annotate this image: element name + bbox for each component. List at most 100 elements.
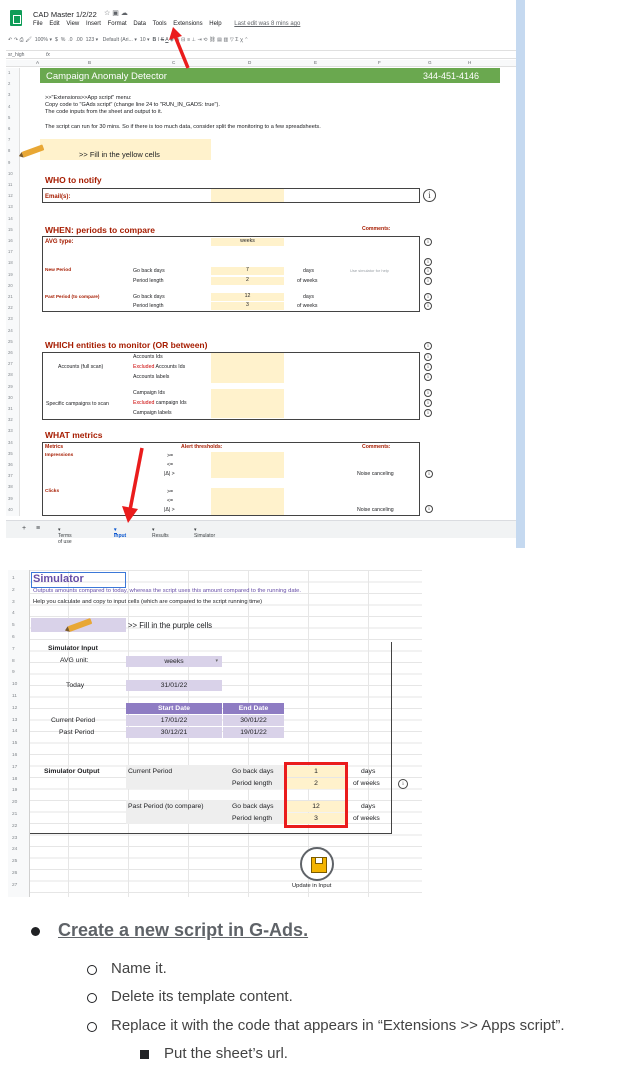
row-number[interactable]: 10 [8,171,13,176]
wrap-icon[interactable]: ⇥ [197,37,201,43]
menu-insert[interactable]: Insert [86,21,101,27]
row-number[interactable]: 12 [8,193,13,198]
row-number[interactable]: 27 [12,883,17,888]
col-h[interactable]: H [468,60,471,65]
row-number[interactable]: 9 [8,160,10,165]
row-number[interactable]: 37 [8,473,13,478]
row-number[interactable]: 18 [8,260,13,265]
update-in-input-button[interactable] [300,847,334,881]
row-number[interactable]: 13 [12,718,17,723]
row-number[interactable]: 32 [8,417,13,422]
row-number[interactable]: 33 [8,428,13,433]
row-number[interactable]: 11 [12,694,17,699]
row-number[interactable]: 12 [12,706,17,711]
tab-terms-of-use[interactable]: Terms of use ▾ [58,527,72,545]
decimal-decrease-button[interactable]: .0 [68,37,72,43]
col-b[interactable]: B [88,60,91,65]
simulator-hint[interactable]: Use simulator for help [350,268,389,273]
row-number[interactable]: 21 [12,812,17,817]
row-number[interactable]: 20 [8,283,13,288]
comment-icon[interactable]: ▤ [217,37,222,43]
menu-view[interactable]: View [66,21,79,27]
row-number[interactable]: 3 [8,92,10,97]
paint-format-icon[interactable]: 🖌 [25,37,32,43]
add-sheet-icon[interactable]: + [22,525,26,532]
avg-unit-select[interactable]: weeks ▾ [126,656,222,667]
row-number[interactable]: 11 [8,182,12,187]
info-icon[interactable]: i [423,189,436,202]
name-box[interactable]: sr_high [8,52,24,58]
row-number[interactable]: 36 [8,462,13,467]
row-number[interactable]: 16 [12,753,17,758]
row-number[interactable]: 5 [12,623,15,628]
functions-icon[interactable]: Σ [235,37,238,43]
row-number[interactable]: 6 [8,126,10,131]
row-number[interactable]: 24 [8,328,13,333]
row-number[interactable]: 7 [8,137,10,142]
info-icon[interactable]: i [424,302,432,310]
font-size-select[interactable]: 10 [140,37,146,43]
row-number[interactable]: 14 [8,216,13,221]
info-icon[interactable]: i [424,277,432,285]
row-number[interactable]: 39 [8,496,13,501]
row-number[interactable]: 19 [12,788,17,793]
row-number[interactable]: 34 [8,440,13,445]
info-icon[interactable]: i [424,258,432,266]
redo-icon[interactable]: ↷ [14,37,18,43]
row-number[interactable]: 35 [8,451,13,456]
row-number[interactable]: 38 [8,484,13,489]
info-icon[interactable]: i [424,342,432,350]
row-number[interactable]: 8 [8,148,10,153]
row-number[interactable]: 26 [8,350,13,355]
col-e[interactable]: E [314,60,317,65]
row-number[interactable]: 23 [12,836,17,841]
menu-edit[interactable]: Edit [49,21,59,27]
row-number[interactable]: 1 [12,576,15,581]
current-end-field[interactable]: 30/01/22 [223,715,284,726]
row-number[interactable]: 7 [12,647,15,652]
font-select[interactable]: Default (Ari... [103,37,133,43]
row-number[interactable]: 15 [12,741,17,746]
info-icon[interactable]: i [424,363,432,371]
percent-button[interactable]: % [61,37,66,43]
row-number[interactable]: 1 [8,70,10,75]
row-number[interactable]: 26 [12,871,17,876]
info-icon[interactable]: i [424,293,432,301]
past-length-field[interactable]: 3 [211,302,284,310]
row-number[interactable]: 28 [8,372,13,377]
campaign-input-cells[interactable] [211,389,284,418]
col-a[interactable]: A [36,60,39,65]
accounts-input-cells[interactable] [211,353,284,383]
row-number[interactable]: 4 [8,104,10,109]
bold-icon[interactable]: B [153,37,157,43]
strikethrough-icon[interactable]: S [161,37,164,43]
row-number[interactable]: 3 [12,600,15,605]
menu-format[interactable]: Format [108,21,127,27]
row-number[interactable]: 17 [8,249,13,254]
menu-data[interactable]: Data [133,21,146,27]
info-icon[interactable]: i [424,353,432,361]
row-number[interactable]: 22 [8,305,13,310]
info-icon[interactable]: i [424,409,432,417]
col-d[interactable]: D [248,60,251,65]
last-edit-link[interactable]: Last edit was 8 mins ago [234,21,300,27]
link-icon[interactable]: ⛓ [209,37,216,43]
email-field[interactable] [211,189,284,202]
row-number[interactable]: 21 [8,294,13,299]
row-number[interactable]: 18 [12,777,17,782]
info-icon[interactable]: i [424,399,432,407]
row-number[interactable]: 30 [8,395,13,400]
row-number[interactable]: 2 [8,81,10,86]
rotate-icon[interactable]: ⟲ [203,37,207,43]
row-number[interactable]: 16 [8,238,13,243]
row-number[interactable]: 25 [12,859,17,864]
filter-icon[interactable]: ▽ [230,37,234,43]
new-go-back-field[interactable]: 7 [211,267,284,275]
row-number[interactable]: 10 [12,682,17,687]
row-number[interactable]: 2 [12,588,15,593]
row-number[interactable]: 8 [12,659,15,664]
info-icon[interactable]: i [424,373,432,381]
print-icon[interactable]: ⎙ [20,37,24,43]
tab-results[interactable]: Results ▾ [152,527,169,539]
row-number[interactable]: 5 [8,115,10,120]
